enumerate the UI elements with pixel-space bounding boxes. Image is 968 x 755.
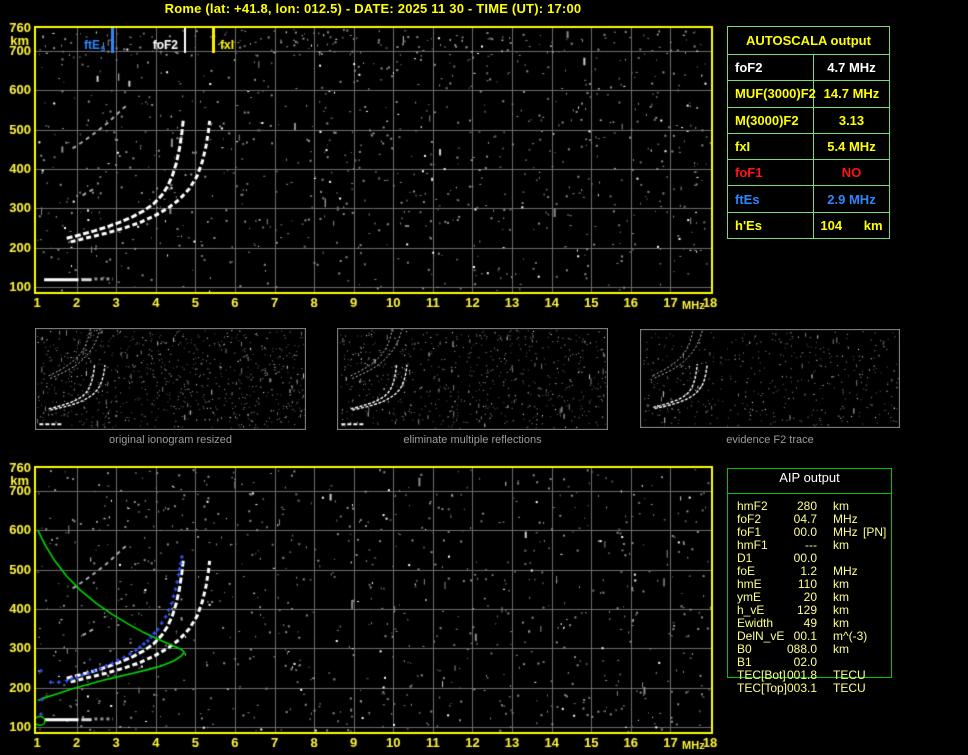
thumbnail-caption-2: eliminate multiple reflections xyxy=(403,434,542,446)
autoscala-table-title: AUTOSCALA output xyxy=(728,27,889,55)
autoscala-param-value: 104 km xyxy=(820,217,883,233)
thumbnail-original-ionogram xyxy=(35,328,306,430)
autoscala-param-value: 5.4 MHz xyxy=(827,138,876,154)
autoscala-param-value: 4.7 MHz xyxy=(827,60,876,76)
autoscala-screen: { "title": "Rome (lat: +41.8, lon: 012.5… xyxy=(0,0,968,755)
aip-param-unit: km xyxy=(833,642,849,656)
aip-param-note: [PN] xyxy=(863,525,887,539)
autoscala-param-value: 3.13 xyxy=(838,112,865,128)
aip-row: TEC[Top] 003.1 TECU xyxy=(727,682,899,695)
autoscala-param-label: MUF(3000)F2 xyxy=(728,81,816,107)
thumbnail-caption-3: evidence F2 trace xyxy=(726,434,814,446)
autoscala-row: ftEs 2.9 MHz xyxy=(728,185,889,212)
aip-header-divider xyxy=(728,493,891,494)
autoscala-param-label: h'Es xyxy=(728,212,814,238)
autoscala-param-label: ftEs xyxy=(728,186,814,212)
page-title: Rome (lat: +41.8, lon: 012.5) - DATE: 20… xyxy=(164,1,582,16)
autoscala-param-label: foF2 xyxy=(728,55,814,81)
autoscala-row: fxI 5.4 MHz xyxy=(728,132,889,160)
thumbnail-evidence-f2-trace xyxy=(640,329,900,428)
autoscala-param-label: foF1 xyxy=(728,160,814,186)
aip-table-title: AIP output xyxy=(779,470,840,485)
top-ionogram-plot xyxy=(0,20,720,315)
aip-table-rows: hmF2 280 km foF2 04.7 MHz foF1 00.0 MHz [PN] hmF1-… xyxy=(727,500,899,695)
autoscala-row: M(3000)F2 3.13 xyxy=(728,106,889,133)
thumbnail-eliminate-reflections xyxy=(337,328,608,430)
autoscala-table-rows: foF2 4.7 MHz MUF(3000)F2 14.7 MHz M(3000)F2 3… xyxy=(728,55,889,238)
autoscala-row: MUF(3000)F2 14.7 MHz xyxy=(728,80,889,107)
autoscala-row: foF2 4.7 MHz xyxy=(728,55,889,81)
autoscala-param-label: fxI xyxy=(728,133,814,160)
autoscala-param-value: NO xyxy=(841,165,862,181)
autoscala-row: h'Es 104 km xyxy=(728,211,889,238)
aip-param-value: 003.1 xyxy=(786,681,817,695)
autoscala-param-value: 2.9 MHz xyxy=(827,191,876,207)
autoscala-param-value: 14.7 MHz xyxy=(823,86,880,102)
aip-param-unit: km xyxy=(833,538,849,552)
thumbnail-caption-1: original ionogram resized xyxy=(109,434,232,446)
autoscala-row: foF1 NO xyxy=(728,159,889,186)
autoscala-param-label: M(3000)F2 xyxy=(728,107,814,133)
bottom-ionogram-plot xyxy=(0,460,720,755)
autoscala-output-table: AUTOSCALA output foF2 4.7 MHz MUF(3000)F2 1… xyxy=(727,26,890,239)
aip-param-unit: TECU xyxy=(833,681,866,695)
